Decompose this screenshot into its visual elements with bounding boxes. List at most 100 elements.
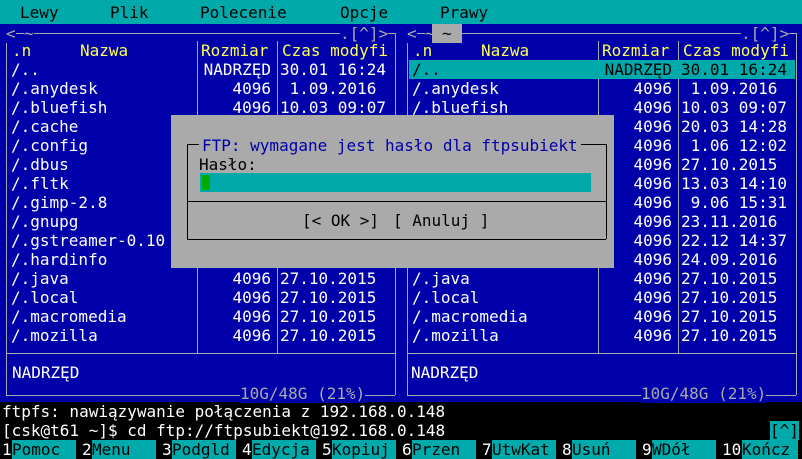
fkey-label: WDół	[652, 440, 716, 459]
panel-frame-top	[6, 33, 395, 34]
fkey-label: Edycja	[252, 440, 316, 459]
file-name[interactable]: /..	[412, 60, 441, 79]
column-size-header[interactable]: Rozmiar	[602, 41, 669, 60]
console-scroll-button[interactable]: [^]	[770, 421, 799, 440]
column-divider	[678, 41, 679, 353]
file-mtime: 23.11.2016	[681, 212, 778, 231]
file-mtime: 27.10.2015	[280, 307, 377, 326]
column-mtime-header[interactable]: Czas modyfi	[282, 41, 388, 60]
column-mtime-header[interactable]: Czas modyfi	[683, 41, 789, 60]
fkey-6[interactable]: 6 Przen	[400, 440, 478, 459]
fkey-number: 2	[82, 440, 92, 459]
title-tilde: ~	[442, 24, 452, 43]
fkey-number: 4	[242, 440, 252, 459]
fkey-3[interactable]: 3 Podgld	[160, 440, 238, 459]
file-name[interactable]: /.config	[11, 136, 88, 155]
menu-options[interactable]: Opcje	[340, 3, 388, 22]
command-prompt[interactable]: [csk@t61 ~]$ cd ftp://ftpsubiekt@192.168…	[2, 421, 445, 440]
disk-usage: 10G/48G (21%)	[240, 384, 366, 403]
file-name[interactable]: /.gnupg	[11, 212, 78, 231]
fkey-label: Usuń	[572, 440, 636, 459]
sort-indicator[interactable]: .n	[12, 41, 31, 60]
dialog-frame-right	[606, 144, 607, 239]
fkey-1[interactable]: 1 Pomoc	[0, 440, 78, 459]
cancel-button[interactable]: [ Anuluj ]	[393, 211, 489, 230]
file-name[interactable]: /.anydesk	[11, 79, 98, 98]
fkey-number: 10	[722, 440, 742, 459]
file-mtime: 1.06 12:02	[681, 136, 787, 155]
file-size: 4096	[232, 307, 271, 326]
column-name-header[interactable]: Nazwa	[481, 41, 529, 60]
file-name[interactable]: /.mozilla	[11, 326, 98, 345]
fkey-8[interactable]: 8 Usuń	[560, 440, 638, 459]
file-name[interactable]: /.macromedia	[412, 307, 528, 326]
file-name[interactable]: /.macromedia	[11, 307, 127, 326]
file-name[interactable]: /.bluefish	[11, 98, 107, 117]
file-name[interactable]: /.java	[11, 269, 69, 288]
menu-left[interactable]: Lewy	[20, 3, 59, 22]
file-name[interactable]: /.dbus	[11, 155, 69, 174]
file-mtime: 27.10.2015	[280, 288, 377, 307]
fkey-number: 6	[402, 440, 412, 459]
menu-command[interactable]: Polecenie	[200, 3, 287, 22]
file-mtime: 10.03 09:07	[681, 98, 787, 117]
file-name[interactable]: /.fltk	[11, 174, 69, 193]
fkey-4[interactable]: 4 Edycja	[240, 440, 318, 459]
file-name[interactable]: /.cache	[11, 117, 78, 136]
panel-frame-top	[407, 33, 796, 34]
dialog-frame-bottom	[187, 239, 606, 240]
file-mtime: 13.03 14:10	[681, 174, 787, 193]
file-name[interactable]: /.gimp-2.8	[11, 193, 107, 212]
status-text: NADRZĘD	[411, 363, 479, 382]
console-output: ftpfs: nawiązywanie połączenia z 192.168…	[2, 402, 446, 421]
file-name[interactable]: /..	[11, 60, 40, 79]
file-mtime: 9.06 15:31	[681, 193, 787, 212]
file-name[interactable]: /.mozilla	[412, 326, 499, 345]
file-size: 4096	[633, 288, 672, 307]
panel-separator	[407, 353, 796, 354]
file-mtime: 22.12 14:37	[681, 231, 787, 250]
file-name[interactable]: /.java	[412, 269, 470, 288]
ok-button[interactable]: [< OK >]	[302, 211, 379, 230]
fkey-label: Pomoc	[12, 440, 76, 459]
dialog-frame-left	[187, 144, 188, 239]
panel-frame-left	[6, 33, 7, 395]
file-name[interactable]: /.local	[412, 288, 479, 307]
file-name[interactable]: /.anydesk	[412, 79, 499, 98]
column-name-header[interactable]: Nazwa	[80, 41, 128, 60]
fkey-number: 8	[562, 440, 572, 459]
file-name[interactable]: /.hardinfo	[11, 250, 107, 269]
dialog-separator	[187, 201, 606, 202]
status-text: NADRZĘD	[12, 363, 80, 382]
file-size: 4096	[232, 269, 271, 288]
file-size: 4096	[232, 79, 271, 98]
file-size: NADRZĘD	[203, 60, 271, 79]
fkey-number: 3	[162, 440, 172, 459]
fkey-label: Podgld	[172, 440, 236, 459]
column-size-header[interactable]: Rozmiar	[201, 41, 268, 60]
active-panel-title: ~	[432, 24, 462, 43]
file-name[interactable]: /.gstreamer-0.10	[11, 231, 165, 250]
file-mtime: 20.03 14:28	[681, 117, 787, 136]
fkey-label: Kopiuj	[332, 440, 396, 459]
fkey-2[interactable]: 2 Menu	[80, 440, 158, 459]
password-input[interactable]	[200, 173, 591, 192]
file-mtime: 27.10.2015	[681, 288, 778, 307]
file-size: 4096	[633, 79, 672, 98]
menu-right[interactable]: Prawy	[440, 3, 488, 22]
file-size: 4096	[232, 326, 271, 345]
fkey-number: 9	[642, 440, 652, 459]
file-name[interactable]: /.local	[11, 288, 78, 307]
sort-indicator[interactable]: .n	[413, 41, 432, 60]
fkey-7[interactable]: 7 UtwKat	[480, 440, 558, 459]
menu-bar: Lewy Plik Polecenie Opcje Prawy	[0, 0, 802, 24]
fkey-number: 5	[322, 440, 332, 459]
file-mtime: 27.10.2015	[280, 326, 377, 345]
password-dialog: FTP: wymagane jest hasło dla ftpsubiekt …	[171, 115, 614, 268]
file-size: NADRZĘD	[604, 60, 672, 79]
menu-file[interactable]: Plik	[110, 3, 149, 22]
file-size: 4096	[633, 326, 672, 345]
fkey-10[interactable]: 10 Kończ	[720, 440, 800, 459]
fkey-5[interactable]: 5 Kopiuj	[320, 440, 398, 459]
fkey-9[interactable]: 9 WDół	[640, 440, 718, 459]
